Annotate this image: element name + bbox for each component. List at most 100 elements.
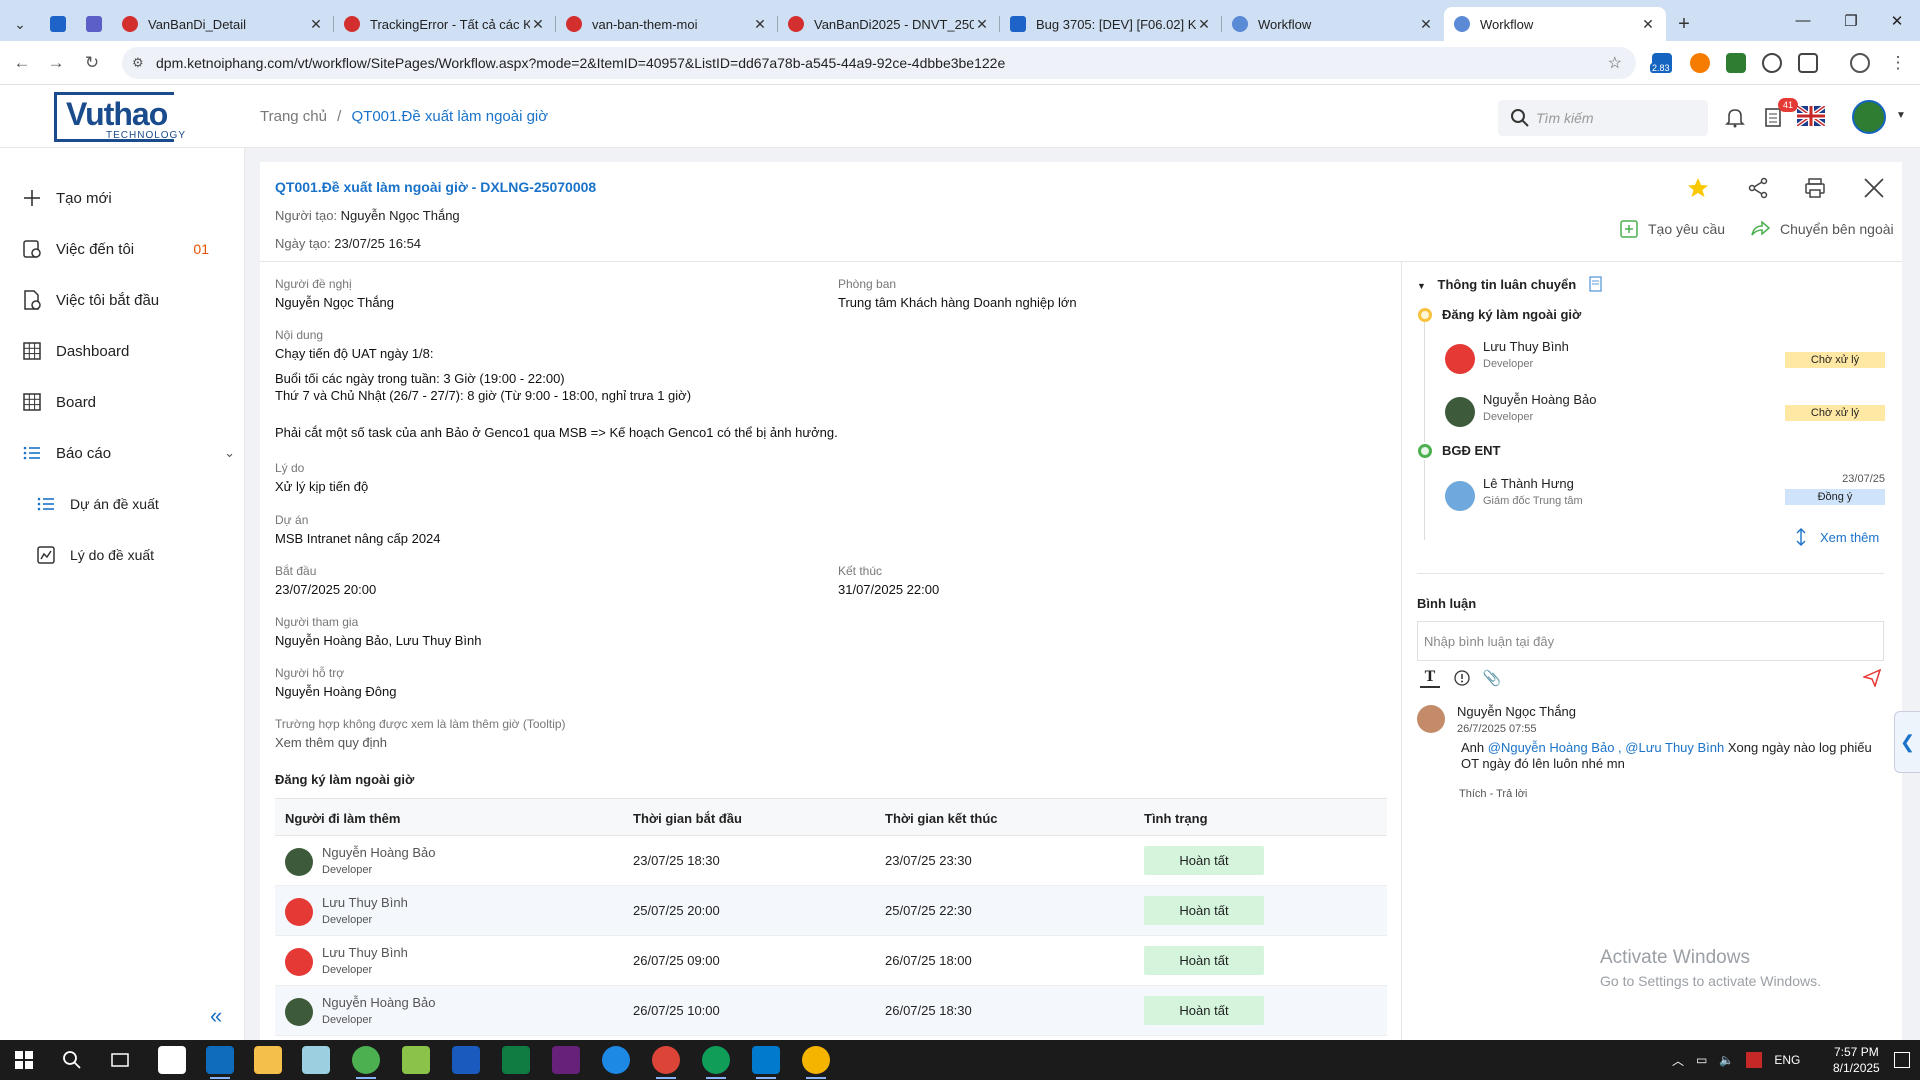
- sidebar-item-create[interactable]: Tạo mới: [0, 178, 245, 218]
- mention-link[interactable]: @Lưu Thuy Bình: [1625, 740, 1724, 755]
- info-icon[interactable]: [1452, 668, 1472, 688]
- app-icon[interactable]: [302, 1046, 330, 1074]
- attachment-icon[interactable]: 📎: [1482, 668, 1502, 688]
- browser-tab[interactable]: van-ban-them-moi ✕: [556, 7, 778, 41]
- clock[interactable]: 7:57 PM 8/1/2025: [1833, 1044, 1880, 1076]
- sidebar-item-proposal-reasons[interactable]: Lý do đề xuất: [0, 535, 245, 575]
- uk-flag-icon[interactable]: [1797, 106, 1825, 126]
- document-icon[interactable]: [1588, 276, 1604, 292]
- excel-icon[interactable]: [502, 1046, 530, 1074]
- notification-center-icon[interactable]: [1894, 1052, 1910, 1068]
- table-row[interactable]: Lưu Thuy Bình Developer 25/07/25 20:00 2…: [275, 886, 1387, 936]
- sidebar-item-dashboard[interactable]: Dashboard: [0, 331, 245, 371]
- chevron-down-icon[interactable]: ⌄: [224, 445, 235, 461]
- puzzle-icon[interactable]: [1798, 53, 1818, 73]
- minimize-icon[interactable]: —: [1780, 0, 1826, 41]
- back-icon[interactable]: ←: [10, 51, 34, 75]
- user-avatar[interactable]: [1852, 100, 1886, 134]
- browser-tab[interactable]: VanBanDi2025 - DNVT_2507 ✕: [778, 7, 1000, 41]
- task-view-icon[interactable]: [106, 1046, 134, 1074]
- search-input[interactable]: Tìm kiếm: [1498, 100, 1708, 136]
- view-more-button[interactable]: Xem thêm: [1794, 528, 1879, 546]
- collapse-sidebar-icon[interactable]: «: [210, 1003, 222, 1029]
- new-tab-button[interactable]: +: [1666, 7, 1702, 41]
- notepad-icon[interactable]: [402, 1046, 430, 1074]
- vscode-icon[interactable]: [752, 1046, 780, 1079]
- star-icon[interactable]: [1686, 176, 1710, 200]
- chevron-down-icon[interactable]: ▼: [1896, 110, 1906, 121]
- close-icon[interactable]: ✕: [308, 16, 324, 33]
- sidebar-item-proposed-projects[interactable]: Dự án đề xuất: [0, 484, 245, 524]
- extension-icon[interactable]: 2.83: [1650, 53, 1672, 73]
- pinned-tab-2[interactable]: [76, 7, 112, 41]
- pinned-tab-1[interactable]: [40, 7, 76, 41]
- language-indicator[interactable]: ENG: [1774, 1053, 1800, 1067]
- send-icon[interactable]: [1862, 668, 1882, 688]
- search-icon[interactable]: [58, 1046, 86, 1074]
- sidebar-item-board[interactable]: Board: [0, 382, 245, 422]
- profile-icon[interactable]: [1850, 53, 1870, 73]
- window-close-icon[interactable]: ✕: [1874, 0, 1920, 41]
- chrome-icon[interactable]: [702, 1046, 730, 1079]
- close-icon[interactable]: ✕: [1418, 16, 1434, 33]
- network-icon[interactable]: ▭: [1696, 1053, 1707, 1067]
- tooltip-link[interactable]: Xem thêm quy định: [275, 734, 566, 751]
- browser-tab-active[interactable]: Workflow ✕: [1444, 7, 1666, 41]
- mention-link[interactable]: @Nguyễn Hoàng Bảo: [1488, 740, 1615, 755]
- print-icon[interactable]: [1803, 176, 1827, 200]
- site-info-icon[interactable]: ⚙: [132, 55, 144, 71]
- table-row[interactable]: Lưu Thuy Bình Developer 26/07/25 09:00 2…: [275, 936, 1387, 986]
- close-icon[interactable]: ✕: [1196, 16, 1212, 33]
- extension-icon[interactable]: [1762, 53, 1782, 73]
- visual-studio-icon[interactable]: [552, 1046, 580, 1074]
- file-explorer-icon[interactable]: [254, 1046, 282, 1074]
- close-icon[interactable]: ✕: [752, 16, 768, 33]
- share-icon[interactable]: [1746, 176, 1770, 200]
- browser-tab[interactable]: VanBanDi_Detail ✕: [112, 7, 334, 41]
- reply-button[interactable]: Trả lời: [1496, 788, 1527, 800]
- table-row[interactable]: Nguyễn Hoàng Bảo Developer 26/07/25 10:0…: [275, 986, 1387, 1036]
- app-tray-icon[interactable]: [1746, 1052, 1763, 1068]
- table-row[interactable]: Nguyễn Hoàng Bảo Developer 23/07/25 18:3…: [275, 836, 1387, 886]
- transfer-out-button[interactable]: Chuyển bên ngoài: [1750, 220, 1894, 238]
- workflow-toggle[interactable]: ▼ Thông tin luân chuyển: [1417, 276, 1604, 292]
- browser-tab[interactable]: Workflow ✕: [1222, 7, 1444, 41]
- side-panel-toggle-icon[interactable]: ❮: [1894, 711, 1920, 773]
- chrome-icon[interactable]: [652, 1046, 680, 1079]
- restore-icon[interactable]: ❐: [1828, 0, 1874, 41]
- extension-icon[interactable]: [1690, 53, 1710, 73]
- vuthao-logo[interactable]: Vuthao TECHNOLOGY: [54, 92, 185, 142]
- sidebar-item-reports[interactable]: Báo cáo ⌄: [0, 433, 245, 473]
- url-bar[interactable]: ⚙ dpm.ketnoiphang.com/vt/workflow/SitePa…: [122, 47, 1636, 79]
- create-request-button[interactable]: Tạo yêu cầu: [1620, 220, 1725, 238]
- like-button[interactable]: Thích: [1459, 788, 1487, 800]
- chrome-icon[interactable]: [352, 1046, 380, 1079]
- outlook-icon[interactable]: [206, 1046, 234, 1079]
- comment-input[interactable]: Nhập bình luận tại đây: [1417, 621, 1884, 661]
- menu-kebab-icon[interactable]: ⋮: [1886, 51, 1910, 75]
- chrome-icon[interactable]: [802, 1046, 830, 1079]
- breadcrumb-home[interactable]: Trang chủ: [260, 108, 327, 125]
- browser-tab[interactable]: Bug 3705: [DEV] [F06.02] Kiể ✕: [1000, 7, 1222, 41]
- reload-icon[interactable]: ↻: [80, 51, 104, 75]
- volume-icon[interactable]: 🔈: [1719, 1053, 1734, 1067]
- app-icon[interactable]: [602, 1046, 630, 1074]
- text-format-icon[interactable]: T: [1420, 668, 1440, 688]
- close-icon[interactable]: ✕: [530, 16, 546, 33]
- word-icon[interactable]: [452, 1046, 480, 1074]
- field-end: Kết thúc 31/07/2025 22:00: [838, 564, 939, 598]
- notion-icon[interactable]: [158, 1046, 186, 1074]
- bookmark-star-icon[interactable]: ☆: [1608, 53, 1622, 73]
- sidebar-item-started-by-me[interactable]: Việc tôi bắt đầu: [0, 280, 245, 320]
- close-icon[interactable]: ✕: [1640, 16, 1656, 33]
- sidebar-item-assigned-to-me[interactable]: Việc đến tôi 01: [0, 229, 245, 269]
- close-icon[interactable]: ✕: [974, 16, 990, 33]
- browser-tab[interactable]: TrackingError - Tất cả các Kh ✕: [334, 7, 556, 41]
- chevron-up-icon[interactable]: ︿: [1672, 1052, 1684, 1069]
- tab-search-button[interactable]: ⌄: [0, 7, 40, 41]
- windows-start-icon[interactable]: [10, 1046, 38, 1074]
- forward-icon[interactable]: →: [44, 51, 68, 75]
- close-icon[interactable]: [1862, 176, 1886, 200]
- bell-icon[interactable]: [1724, 106, 1746, 128]
- extension-icon[interactable]: [1726, 53, 1746, 73]
